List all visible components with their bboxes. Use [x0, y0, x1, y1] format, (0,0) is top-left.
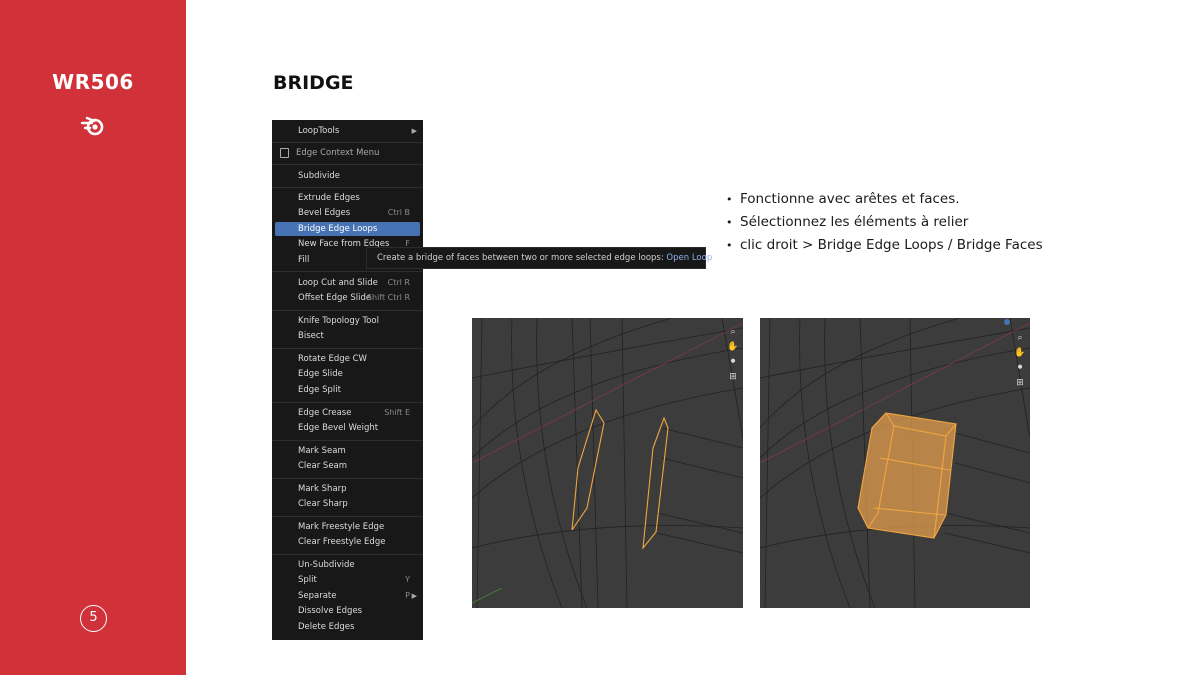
menu-item-mark-sharp[interactable]: Mark Sharp	[275, 482, 420, 496]
course-code: WR506	[52, 70, 134, 94]
menu-item-edge-split[interactable]: Edge Split	[275, 383, 420, 397]
bullet-list: • Fonctionne avec arêtes et faces. • Sélec…	[726, 188, 1043, 257]
menu-item-separate[interactable]: Separate P ▶	[275, 589, 420, 603]
menu-item-edge-bevel-weight[interactable]: Edge Bevel Weight	[275, 421, 420, 435]
menu-item-rotate-edge-cw[interactable]: Rotate Edge CW	[275, 352, 420, 366]
menu-separator	[272, 440, 423, 441]
menu-separator	[272, 142, 423, 143]
menu-item-edge-crease[interactable]: Edge Crease Shift E	[275, 406, 420, 420]
mesh-before	[472, 318, 743, 608]
edge-context-menu: LoopTools ▶ Edge Context Menu Subdivide E…	[272, 120, 423, 640]
bullet-item: • clic droit > Bridge Edge Loops / Bridge…	[726, 237, 1043, 253]
viewport-after[interactable]: ⌕ ✋ ⚫ ⊞	[760, 318, 1030, 608]
menu-separator	[272, 516, 423, 517]
slide-title: BRIDGE	[273, 72, 354, 94]
menu-item-un-subdivide[interactable]: Un-Subdivide	[275, 558, 420, 572]
camera-icon[interactable]: ⚫	[1014, 360, 1026, 374]
menu-item-looptools[interactable]: LoopTools ▶	[275, 124, 420, 138]
submenu-arrow-icon: ▶	[411, 592, 417, 600]
hand-icon[interactable]: ✋	[1014, 345, 1026, 359]
grid-icon[interactable]: ⊞	[727, 369, 739, 383]
menu-item-clear-sharp[interactable]: Clear Sharp	[275, 497, 420, 511]
menu-header-icon	[280, 148, 289, 158]
page-number: 5	[80, 605, 107, 632]
menu-item-bevel-edges[interactable]: Bevel Edges Ctrl B	[275, 206, 420, 220]
tooltip: Create a bridge of faces between two or …	[366, 247, 712, 269]
menu-item-split[interactable]: Split Y	[275, 573, 420, 587]
menu-separator	[272, 478, 423, 479]
zoom-icon[interactable]: ⌕	[727, 324, 739, 338]
bullet-item: • Fonctionne avec arêtes et faces.	[726, 191, 960, 207]
menu-item-bisect[interactable]: Bisect	[275, 329, 420, 343]
menu-separator	[272, 164, 423, 165]
menu-separator	[272, 348, 423, 349]
menu-item-offset-edge-slide[interactable]: Offset Edge Slide Shift Ctrl R	[275, 291, 420, 305]
menu-item-subdivide[interactable]: Subdivide	[275, 169, 420, 183]
menu-item-loop-cut-and-slide[interactable]: Loop Cut and Slide Ctrl R	[275, 276, 420, 290]
menu-separator	[272, 402, 423, 403]
grid-icon[interactable]: ⊞	[1014, 375, 1026, 389]
menu-item-knife-topology-tool[interactable]: Knife Topology Tool	[275, 314, 420, 328]
camera-icon[interactable]: ⚫	[727, 354, 739, 368]
menu-item-delete-edges[interactable]: Delete Edges	[275, 620, 420, 634]
menu-item-mark-freestyle-edge[interactable]: Mark Freestyle Edge	[275, 520, 420, 534]
viewport-before[interactable]: ⌕ ✋ ⚫ ⊞	[472, 318, 743, 608]
menu-item-clear-freestyle-edge[interactable]: Clear Freestyle Edge	[275, 535, 420, 549]
menu-header: Edge Context Menu	[272, 146, 423, 160]
viewport-nav-icons: ⌕ ✋ ⚫ ⊞	[1014, 330, 1026, 390]
menu-item-mark-seam[interactable]: Mark Seam	[275, 444, 420, 458]
menu-separator	[272, 271, 423, 272]
bullet-item: • Sélectionnez les éléments à relier	[726, 214, 969, 230]
menu-separator	[272, 310, 423, 311]
submenu-arrow-icon: ▶	[411, 127, 417, 135]
hand-icon[interactable]: ✋	[727, 339, 739, 353]
mesh-after	[760, 318, 1030, 608]
menu-item-bridge-edge-loops[interactable]: Bridge Edge Loops	[275, 222, 420, 236]
viewport-nav-icons: ⌕ ✋ ⚫ ⊞	[727, 324, 739, 384]
menu-item-extrude-edges[interactable]: Extrude Edges	[275, 191, 420, 205]
menu-item-edge-slide[interactable]: Edge Slide	[275, 367, 420, 381]
menu-separator	[272, 187, 423, 188]
sidebar: WR506 5	[0, 0, 186, 675]
blender-logo-icon	[80, 116, 104, 136]
menu-item-clear-seam[interactable]: Clear Seam	[275, 459, 420, 473]
zoom-icon[interactable]: ⌕	[1014, 330, 1026, 344]
menu-separator	[272, 554, 423, 555]
menu-item-dissolve-edges[interactable]: Dissolve Edges	[275, 604, 420, 618]
